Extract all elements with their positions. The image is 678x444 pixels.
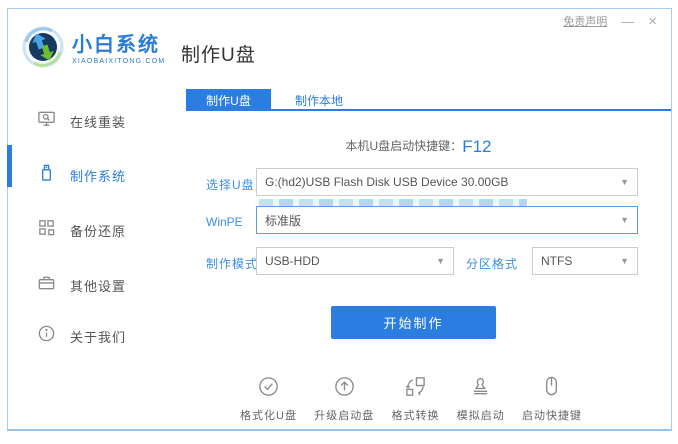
- format-convert-icon: [404, 375, 427, 403]
- briefcase-icon: [37, 273, 56, 297]
- boot-hotkey-prefix: 本机U盘启动快捷键：: [345, 139, 463, 153]
- tab-make-usb[interactable]: 制作U盘: [186, 89, 271, 111]
- tool-label: 模拟启动: [456, 410, 505, 422]
- partition-select-value: NTFS: [541, 254, 573, 268]
- tool-upgrade-boot-disk[interactable]: 升级启动盘: [314, 375, 374, 423]
- sidebar-item-other-settings[interactable]: 其他设置: [37, 273, 126, 297]
- tool-label: 格式转换: [391, 410, 440, 422]
- winpe-select-label: WinPE: [206, 215, 243, 229]
- bottom-toolbar: 格式化U盘 升级启动盘 格式转换 模拟启动 启动快捷键: [240, 375, 582, 423]
- backup-grid-icon: [37, 218, 56, 242]
- info-circle-icon: [37, 324, 56, 348]
- window-controls: 免责声明 — ×: [563, 13, 657, 29]
- chevron-down-icon: ▼: [436, 256, 445, 266]
- mode-select-label: 制作模式: [206, 257, 259, 271]
- usb-select-label: 选择U盘: [206, 178, 255, 192]
- usb-select-value: G:(hd2)USB Flash Disk USB Device 30.00GB: [265, 175, 509, 189]
- tool-label: 启动快捷键: [521, 410, 582, 422]
- minimize-button[interactable]: —: [621, 15, 634, 28]
- partition-select[interactable]: NTFS ▼: [532, 247, 638, 275]
- partition-select-label: 分区格式: [466, 257, 519, 271]
- tool-label: 升级启动盘: [314, 410, 375, 422]
- close-button[interactable]: ×: [648, 14, 657, 29]
- arrow-up-circle-icon: [333, 375, 356, 403]
- tool-label: 格式化U盘: [240, 410, 297, 422]
- mouse-icon: [540, 375, 563, 403]
- monitor-reinstall-icon: [37, 109, 56, 133]
- brand-logo-icon: [22, 26, 64, 73]
- start-make-button[interactable]: 开始制作: [331, 306, 496, 339]
- winpe-select-value: 标准版: [265, 213, 302, 228]
- sidebar-item-label: 其他设置: [70, 278, 127, 294]
- boot-hotkey-hint: 本机U盘启动快捷键：F12: [186, 137, 651, 157]
- usb-select[interactable]: G:(hd2)USB Flash Disk USB Device 30.00GB…: [256, 168, 638, 196]
- check-circle-icon: [257, 375, 280, 403]
- brand-domain: XIAOBAIXITONG.COM: [72, 58, 166, 65]
- disclaimer-link[interactable]: 免责声明: [563, 13, 607, 29]
- tool-format-convert[interactable]: 格式转换: [391, 375, 439, 423]
- tool-boot-hotkey[interactable]: 启动快捷键: [522, 375, 582, 423]
- tab-bar: 制作U盘 制作本地: [186, 89, 671, 111]
- chevron-down-icon: ▼: [620, 215, 629, 225]
- page-title: 制作U盘: [181, 45, 256, 66]
- chevron-down-icon: ▼: [620, 256, 629, 266]
- brand-name: 小白系统: [72, 34, 160, 56]
- stamp-icon: [469, 375, 492, 403]
- app-stage: 免责声明 — × 小白系统 XIAOBAIXITONG.COM 制作U盘 在线重…: [0, 0, 678, 444]
- sidebar-item-backup-restore[interactable]: 备份还原: [37, 218, 126, 242]
- boot-hotkey-key: F12: [462, 137, 492, 156]
- app-window: 免责声明 — × 小白系统 XIAOBAIXITONG.COM 制作U盘 在线重…: [7, 8, 672, 431]
- tool-simulate-boot[interactable]: 模拟启动: [457, 375, 505, 423]
- tab-make-local[interactable]: 制作本地: [271, 89, 367, 111]
- tool-format-usb[interactable]: 格式化U盘: [240, 375, 297, 423]
- sidebar-item-label: 制作系统: [70, 168, 127, 184]
- sidebar-item-label: 备份还原: [70, 223, 127, 239]
- sidebar-item-online-reinstall[interactable]: 在线重装: [37, 109, 126, 133]
- usb-drive-icon: [37, 163, 56, 187]
- mode-select-value: USB-HDD: [265, 254, 320, 268]
- brand-text: 小白系统 XIAOBAIXITONG.COM: [72, 34, 165, 65]
- brand-logo: 小白系统 XIAOBAIXITONG.COM: [22, 26, 165, 73]
- winpe-select[interactable]: 标准版 ▼: [256, 206, 638, 234]
- sidebar-item-make-system[interactable]: 制作系统: [37, 163, 126, 187]
- mode-select[interactable]: USB-HDD ▼: [256, 247, 454, 275]
- sidebar-active-indicator: [7, 145, 12, 187]
- sidebar-item-about-us[interactable]: 关于我们: [37, 324, 126, 348]
- sidebar-item-label: 关于我们: [70, 329, 127, 345]
- sidebar-item-label: 在线重装: [70, 114, 127, 130]
- chevron-down-icon: ▼: [620, 177, 629, 187]
